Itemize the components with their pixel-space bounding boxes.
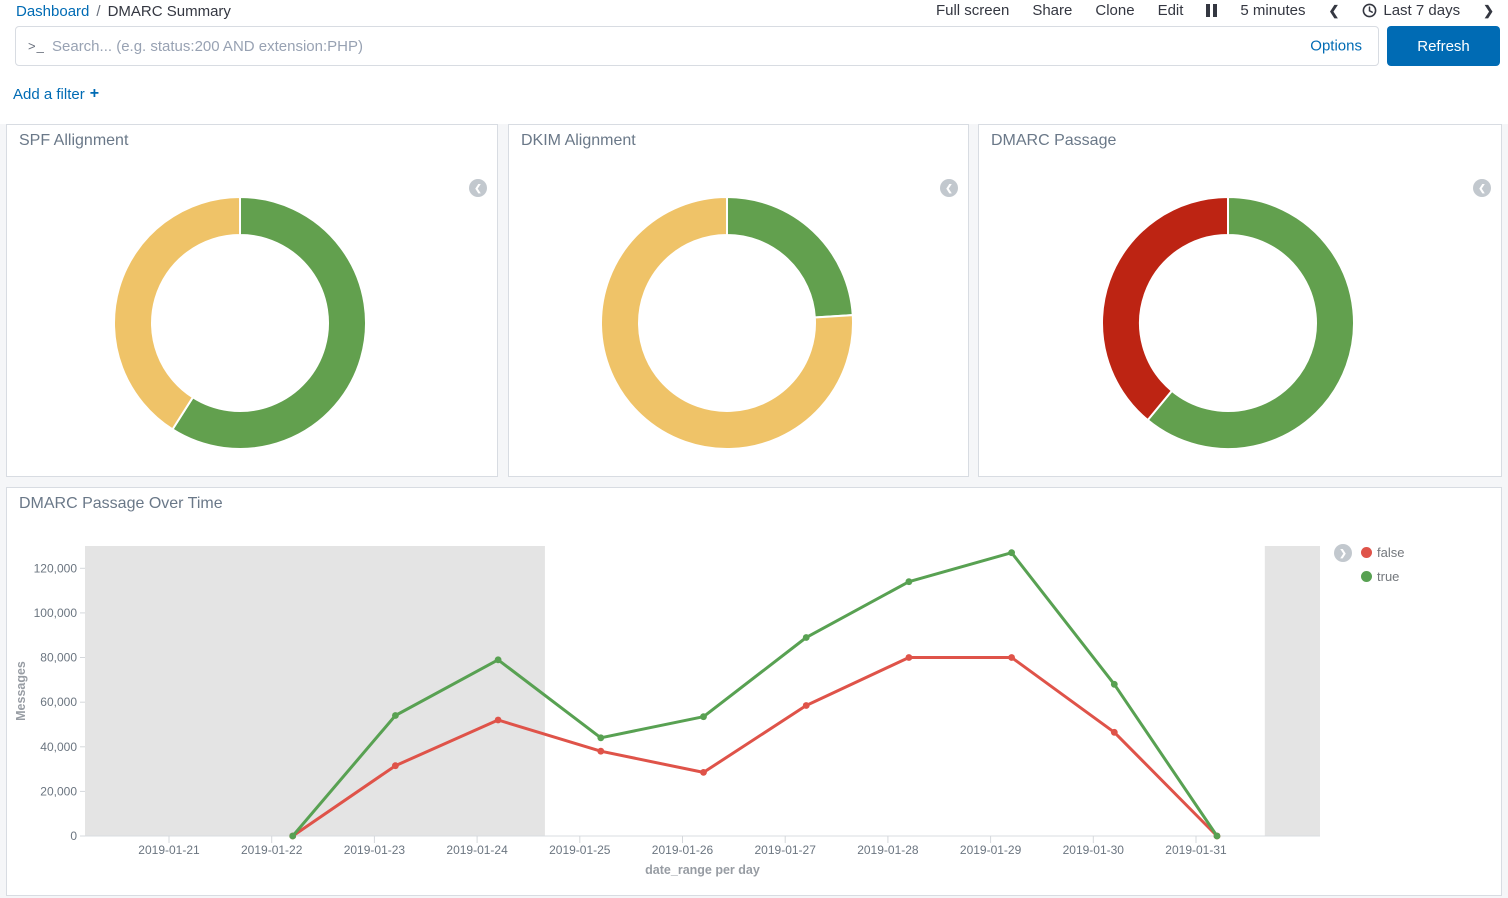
legend-label: true [1377, 569, 1399, 584]
dmarc-over-time-line-chart[interactable]: 0 20,000 40,000 60,000 80,000 100,000 120,000 2… [7, 488, 1503, 897]
svg-text:60,000: 60,000 [40, 695, 77, 709]
svg-text:80,000: 80,000 [40, 651, 77, 665]
time-picker-button[interactable]: Last 7 days [1362, 2, 1460, 19]
panel-title: DKIM Alignment [509, 125, 968, 157]
svg-text:2019-01-24: 2019-01-24 [446, 843, 508, 857]
svg-text:120,000: 120,000 [34, 561, 78, 575]
legend-expand-icon[interactable]: ❮ [940, 179, 958, 197]
add-filter-label: Add a filter [13, 86, 85, 103]
legend-expand-icon[interactable]: ❮ [469, 179, 487, 197]
true-series-dot-icon [1361, 571, 1372, 582]
breadcrumb-current-page: DMARC Summary [108, 3, 231, 20]
plus-icon: + [90, 85, 99, 103]
time-back-icon[interactable]: ❮ [1328, 3, 1339, 19]
share-button[interactable]: Share [1032, 2, 1072, 19]
svg-text:2019-01-30: 2019-01-30 [1063, 843, 1125, 857]
full-screen-button[interactable]: Full screen [936, 2, 1009, 19]
svg-text:2019-01-28: 2019-01-28 [857, 843, 919, 857]
time-range-label: Last 7 days [1383, 2, 1460, 19]
search-input[interactable] [16, 27, 1378, 65]
add-filter-link[interactable]: Add a filter + [13, 85, 99, 103]
options-link[interactable]: Options [1310, 38, 1362, 55]
svg-text:40,000: 40,000 [40, 740, 77, 754]
legend-collapse-icon[interactable]: ❯ [1334, 544, 1352, 562]
search-bar: >_ Options [15, 26, 1379, 66]
top-nav: Full screen Share Clone Edit 5 minutes ❮… [936, 2, 1494, 19]
legend-label: false [1377, 545, 1404, 560]
breadcrumb-dashboard-link[interactable]: Dashboard [16, 3, 89, 20]
legend-item-false[interactable]: false [1361, 545, 1404, 560]
svg-text:2019-01-27: 2019-01-27 [755, 843, 817, 857]
clone-button[interactable]: Clone [1095, 2, 1134, 19]
svg-text:0: 0 [70, 829, 77, 843]
svg-text:Messages: Messages [14, 661, 28, 721]
panel-dkim-alignment: DKIM Alignment ❮ [508, 124, 969, 477]
panel-dmarc-over-time: DMARC Passage Over Time 020,00040,00060,… [6, 487, 1502, 896]
chart-legend: ❯ false true [1334, 544, 1404, 584]
top-section: Dashboard / DMARC Summary Full screen Sh… [0, 0, 1508, 124]
panel-spf-alignment: SPF Allignment ❮ [6, 124, 498, 477]
edit-button[interactable]: Edit [1158, 2, 1184, 19]
panel-title: DMARC Passage [979, 125, 1501, 157]
terminal-prompt-icon: >_ [28, 39, 45, 54]
svg-text:2019-01-22: 2019-01-22 [241, 843, 303, 857]
refresh-interval-button[interactable]: 5 minutes [1240, 2, 1305, 19]
filter-bar: Add a filter + [13, 85, 99, 103]
time-forward-icon[interactable]: ❯ [1483, 3, 1494, 19]
clock-icon [1362, 3, 1377, 18]
dashboard-grid: SPF Allignment ❮ DKIM Alignment ❮ DMARC … [0, 124, 1508, 898]
false-series-dot-icon [1361, 547, 1372, 558]
panel-title: SPF Allignment [7, 125, 497, 157]
svg-text:date_range per day: date_range per day [645, 863, 760, 877]
svg-text:2019-01-23: 2019-01-23 [344, 843, 406, 857]
spf-donut-chart[interactable] [100, 183, 380, 463]
breadcrumb: Dashboard / DMARC Summary [16, 3, 231, 20]
svg-text:2019-01-31: 2019-01-31 [1165, 843, 1227, 857]
legend-item-true[interactable]: true [1361, 569, 1404, 584]
svg-text:2019-01-21: 2019-01-21 [138, 843, 200, 857]
svg-text:2019-01-25: 2019-01-25 [549, 843, 611, 857]
breadcrumb-separator: / [96, 3, 100, 20]
svg-text:2019-01-26: 2019-01-26 [652, 843, 714, 857]
query-bar: >_ Options Refresh [15, 26, 1500, 66]
dkim-donut-chart[interactable] [587, 183, 867, 463]
pause-icon[interactable] [1206, 4, 1217, 17]
svg-text:2019-01-29: 2019-01-29 [960, 843, 1022, 857]
dmarc-donut-chart[interactable] [1088, 183, 1368, 463]
refresh-button[interactable]: Refresh [1387, 26, 1500, 66]
svg-text:100,000: 100,000 [34, 606, 78, 620]
svg-text:20,000: 20,000 [40, 784, 77, 798]
legend-expand-icon[interactable]: ❮ [1473, 179, 1491, 197]
panel-dmarc-passage: DMARC Passage ❮ [978, 124, 1502, 477]
